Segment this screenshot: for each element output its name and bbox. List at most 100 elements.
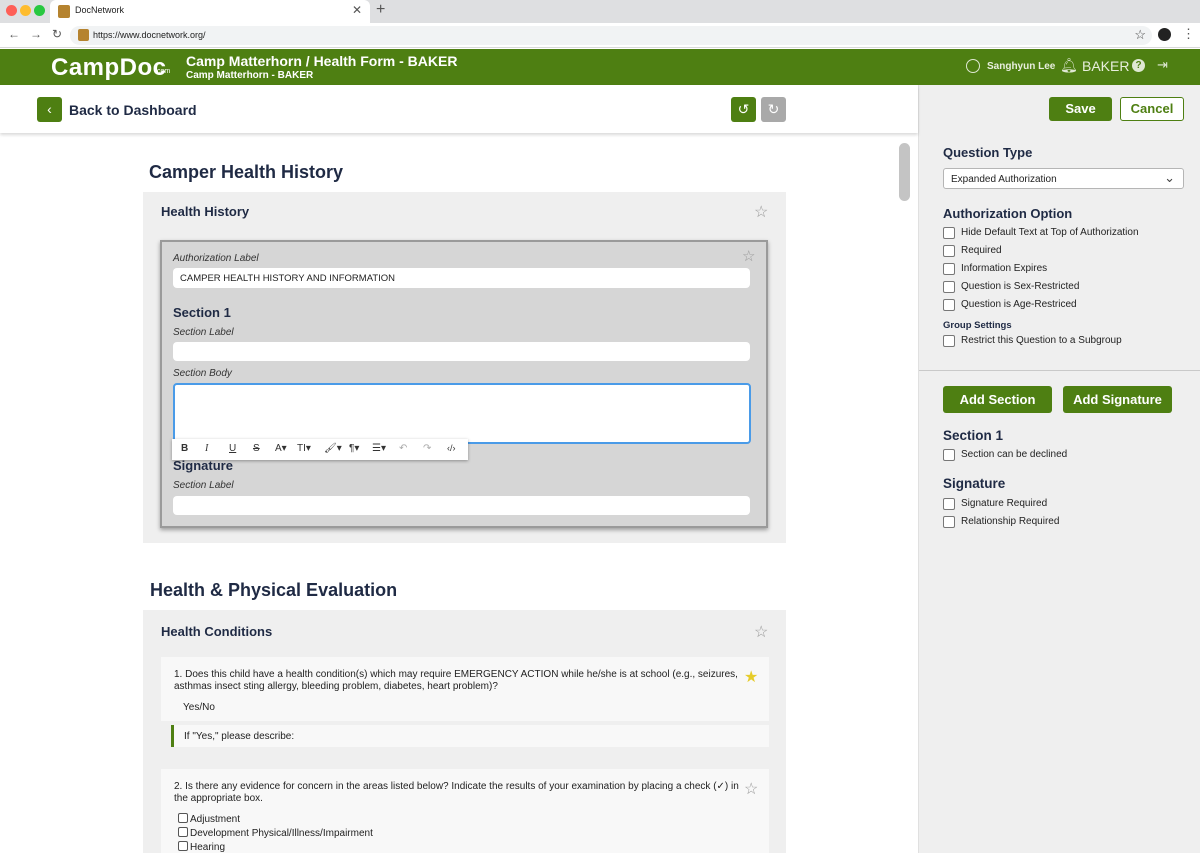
favicon-icon [58,5,70,18]
user-name[interactable]: Sanghyun Lee [987,61,1055,72]
question-1[interactable]: 1. Does this child have a health conditi… [161,657,769,721]
star-icon[interactable]: ☆ [742,247,755,265]
checkbox[interactable] [943,335,955,347]
authorization-label-value: CAMPER HEALTH HISTORY AND INFORMATION [180,273,396,284]
checkbox[interactable] [178,813,188,823]
redo-button[interactable]: ↻ [761,97,786,122]
section-label-input[interactable] [173,342,750,361]
star-filled-icon[interactable]: ★ [744,667,758,687]
signature-title: Signature [173,458,233,473]
signature-label-input[interactable] [173,496,750,515]
option-label: Restrict this Question to a Subgroup [961,335,1122,346]
section-body-editor[interactable] [173,383,751,444]
authorization-question-editor[interactable]: ☆ Authorization Label CAMPER HEALTH HIST… [160,240,768,528]
checkbox[interactable] [943,227,955,239]
checkbox[interactable] [943,516,955,528]
divider [919,370,1200,371]
bell-icon[interactable]: 🔔︎ [1060,57,1078,74]
checkbox[interactable] [178,827,188,837]
url-text: https://www.docnetwork.org/ [93,30,206,40]
add-signature-button[interactable]: Add Signature [1063,386,1172,413]
checkbox[interactable] [943,245,955,257]
option-label: Question is Sex-Restricted [961,281,1080,292]
underline-button[interactable]: U [229,443,236,454]
checkbox[interactable] [943,281,955,293]
browser-menu-icon[interactable]: ⋮ [1182,26,1195,42]
maximize-window-icon[interactable] [34,5,45,16]
italic-button[interactable]: I [205,443,208,454]
cancel-button[interactable]: Cancel [1120,97,1184,121]
checkbox[interactable] [178,841,188,851]
rte-undo-icon[interactable]: ↶ [399,443,407,454]
browser-tab[interactable]: DocNetwork ✕ [50,0,370,23]
question-type-select[interactable]: Expanded Authorization ⌄ [943,168,1184,189]
url-field[interactable]: https://www.docnetwork.org/ ☆ [70,26,1152,45]
close-tab-icon[interactable]: ✕ [352,3,362,17]
option-label: Relationship Required [961,516,1060,527]
strikethrough-button[interactable]: S [253,443,260,454]
back-arrow-icon[interactable]: ← [8,27,20,41]
bookmark-star-icon[interactable]: ☆ [1134,27,1146,43]
option-label: Adjustment [190,814,241,825]
code-view-icon[interactable]: ‹/› [447,443,456,453]
paragraph-button[interactable]: ¶▾ [349,443,359,454]
undo-icon: ↺ [737,101,750,117]
card-title: Health Conditions [161,624,273,639]
close-window-icon[interactable] [6,5,17,16]
camp-code[interactable]: BAKER [1082,58,1129,74]
bold-button[interactable]: B [181,443,188,454]
question-1-text: 1. Does this child have a health conditi… [174,669,738,692]
checkbox[interactable] [943,498,955,510]
q2-option-adjustment[interactable]: Adjustment [178,813,240,825]
add-section-button[interactable]: Add Section [943,386,1052,413]
forward-arrow-icon[interactable]: → [30,27,42,41]
browser-tab-bar: DocNetwork ✕ + [0,0,1200,23]
authorization-label-input[interactable]: CAMPER HEALTH HISTORY AND INFORMATION [173,268,750,288]
page-title: Camp Matterhorn / Health Form - BAKER [186,53,458,69]
option-label: Hide Default Text at Top of Authorizatio… [961,227,1139,238]
minimize-window-icon[interactable] [20,5,31,16]
q2-option-development[interactable]: Development Physical/Illness/Impairment [178,827,373,839]
option-label: Information Expires [961,263,1048,274]
user-avatar-icon[interactable] [966,59,980,73]
star-icon[interactable]: ☆ [754,202,768,222]
option-label: Question is Age-Restriced [961,299,1077,310]
question-type-value: Expanded Authorization [951,174,1057,185]
question-2[interactable]: 2. Is there any evidence for concern in … [161,769,769,853]
section1-title: Section 1 [173,305,231,320]
checkbox[interactable] [943,263,955,275]
star-icon[interactable]: ☆ [754,622,768,642]
back-to-dashboard-link[interactable]: Back to Dashboard [69,102,197,118]
star-icon[interactable]: ☆ [744,779,758,799]
scrollbar[interactable] [899,143,910,201]
campdoc-logo[interactable]: CampDoc [51,54,167,82]
font-size-button[interactable]: TI▾ [297,443,311,454]
highlight-button[interactable]: 🖌︎▾ [324,443,342,454]
new-tab-icon[interactable]: + [376,1,385,19]
chevron-left-icon: ‹ [47,101,52,117]
checkbox[interactable] [943,299,955,311]
card-title: Health History [161,204,250,219]
question-settings-sidebar: Save Cancel Question Type Expanded Autho… [918,85,1200,853]
question-1-answer: Yes/No [183,702,215,713]
question-1-followup[interactable]: If "Yes," please describe: [171,725,769,747]
reload-icon[interactable]: ↻ [52,27,62,41]
followup-text: If "Yes," please describe: [184,731,295,742]
option-label: Required [961,245,1002,256]
font-color-icon: A [275,443,282,454]
rte-redo-icon[interactable]: ↷ [423,443,431,454]
font-color-button[interactable]: A▾ [275,443,287,454]
extension-icon[interactable] [1158,28,1171,41]
q2-option-hearing[interactable]: Hearing [178,841,225,853]
logout-icon[interactable]: ⇥ [1157,57,1168,73]
checkbox[interactable] [943,449,955,461]
authorization-label-caption: Authorization Label [173,253,259,264]
back-button[interactable]: ‹ [37,97,62,122]
option-label: Hearing [190,842,226,853]
save-button[interactable]: Save [1049,97,1112,121]
help-icon[interactable]: ? [1132,59,1145,72]
undo-button[interactable]: ↺ [731,97,756,122]
align-icon: ☰ [372,443,381,454]
align-button[interactable]: ☰▾ [372,443,386,454]
chevron-down-icon: ⌄ [1164,170,1175,185]
